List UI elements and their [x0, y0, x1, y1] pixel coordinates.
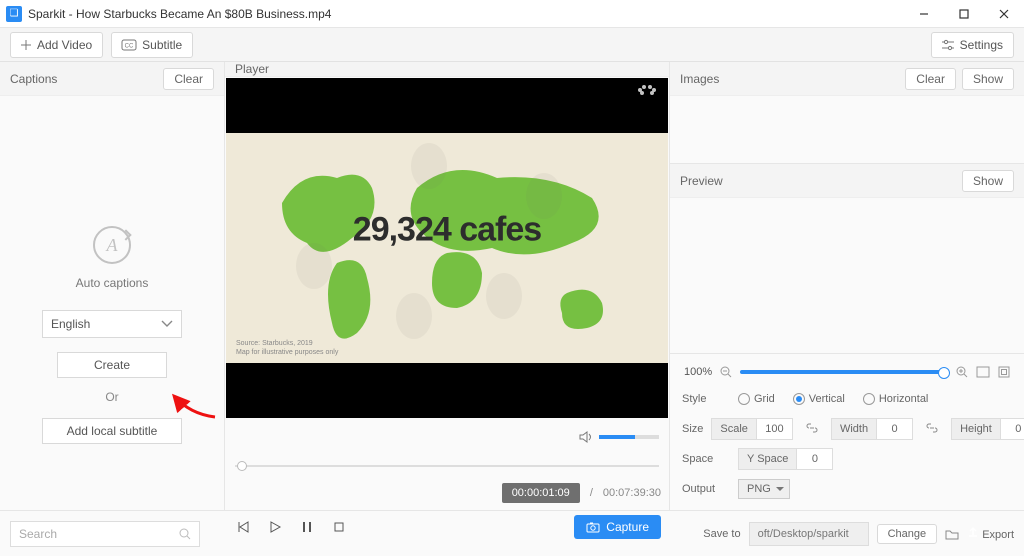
add-video-button[interactable]: Add Video [10, 32, 103, 58]
output-format-select[interactable]: PNG [738, 479, 790, 499]
link-icon[interactable] [801, 420, 823, 439]
images-panel: Images Clear Show [670, 62, 1024, 164]
zoom-in-icon[interactable] [956, 366, 968, 378]
preview-show-button[interactable]: Show [962, 170, 1014, 192]
height-field[interactable]: Height0 [951, 418, 1024, 440]
time-separator: / [590, 487, 593, 499]
capture-button[interactable]: Capture [574, 515, 661, 539]
sliders-icon [942, 40, 954, 50]
main-toolbar: Add Video CC Subtitle Settings [0, 28, 1024, 62]
or-label: Or [105, 390, 118, 404]
create-button[interactable]: Create [57, 352, 167, 378]
settings-label: Settings [960, 38, 1003, 52]
app-logo-icon: ❏ [6, 6, 22, 22]
auto-captions-icon: A [93, 226, 131, 264]
maximize-button[interactable] [944, 0, 984, 28]
current-time: 00:00:01:09 [502, 483, 580, 503]
images-show-button[interactable]: Show [962, 68, 1014, 90]
scale-field[interactable]: Scale100 [711, 418, 793, 440]
zoom-slider[interactable] [740, 370, 948, 374]
change-path-button[interactable]: Change [877, 524, 938, 544]
zoom-out-icon[interactable] [720, 366, 732, 378]
subtitle-label: Subtitle [142, 38, 182, 52]
minimize-button[interactable] [904, 0, 944, 28]
width-field[interactable]: Width0 [831, 418, 913, 440]
plus-icon [21, 40, 31, 50]
add-local-subtitle-button[interactable]: Add local subtitle [42, 418, 182, 444]
captions-panel: Captions Clear A Auto captions English C… [0, 62, 225, 510]
volume-slider[interactable] [599, 435, 659, 439]
style-horizontal-radio[interactable]: Horizontal [863, 393, 929, 405]
settings-button[interactable]: Settings [931, 32, 1014, 58]
chevron-down-icon [161, 320, 173, 328]
preview-panel: Preview Show [670, 164, 1024, 354]
search-icon [179, 528, 191, 540]
images-header: Images [680, 72, 899, 86]
search-input[interactable]: Search [10, 521, 200, 547]
images-clear-button[interactable]: Clear [905, 68, 956, 90]
captions-header: Captions [10, 72, 157, 86]
link-icon-2[interactable] [921, 420, 943, 439]
output-label: Output [682, 483, 730, 495]
prev-frame-button[interactable] [233, 517, 253, 537]
preview-header: Preview [680, 174, 956, 188]
style-label: Style [682, 393, 730, 405]
close-button[interactable] [984, 0, 1024, 28]
broadcaster-logo-icon [636, 84, 658, 100]
cc-icon: CC [122, 40, 136, 50]
seek-slider[interactable] [235, 457, 659, 475]
player-panel: Player [225, 62, 670, 510]
properties-panel: 100% Style Grid Vertical Horizontal Size… [670, 354, 1024, 510]
play-button[interactable] [265, 517, 285, 537]
duration: 00:07:39:30 [603, 487, 661, 499]
actual-size-icon[interactable] [998, 366, 1010, 378]
size-label: Size [682, 423, 703, 435]
window-title: Sparkit - How Starbucks Became An $80B B… [28, 7, 904, 21]
camera-icon [586, 522, 600, 533]
video-viewport[interactable]: 29,324 cafes Source: Starbucks, 2019 Map… [226, 78, 668, 418]
auto-captions-label: Auto captions [76, 276, 149, 290]
style-grid-radio[interactable]: Grid [738, 393, 775, 405]
language-value: English [51, 317, 90, 331]
volume-icon[interactable] [579, 431, 593, 443]
right-column: Images Clear Show Preview Show 100% Styl… [670, 62, 1024, 510]
space-label: Space [682, 453, 730, 465]
search-placeholder: Search [19, 527, 57, 541]
add-video-label: Add Video [37, 38, 92, 52]
yspace-field[interactable]: Y Space0 [738, 448, 833, 470]
video-source-note: Source: Starbucks, 2019 Map for illustra… [236, 340, 338, 357]
video-frame-caption: 29,324 cafes [226, 210, 668, 249]
title-bar: ❏ Sparkit - How Starbucks Became An $80B… [0, 0, 1024, 28]
stop-button[interactable] [329, 517, 349, 537]
export-button[interactable]: Export [967, 526, 1014, 541]
player-header: Player [235, 62, 659, 76]
video-frame: 29,324 cafes Source: Starbucks, 2019 Map… [226, 133, 668, 363]
svg-text:CC: CC [125, 43, 134, 49]
pause-button[interactable] [297, 517, 317, 537]
save-path[interactable]: oft/Desktop/sparkit [749, 522, 869, 546]
folder-icon[interactable] [945, 528, 959, 540]
style-vertical-radio[interactable]: Vertical [793, 393, 845, 405]
export-icon [967, 526, 979, 538]
language-select[interactable]: English [42, 310, 182, 338]
subtitle-button[interactable]: CC Subtitle [111, 32, 193, 58]
captions-clear-button[interactable]: Clear [163, 68, 214, 90]
fit-icon[interactable] [976, 366, 990, 378]
save-to-label: Save to [703, 528, 740, 540]
zoom-value: 100% [684, 366, 712, 378]
